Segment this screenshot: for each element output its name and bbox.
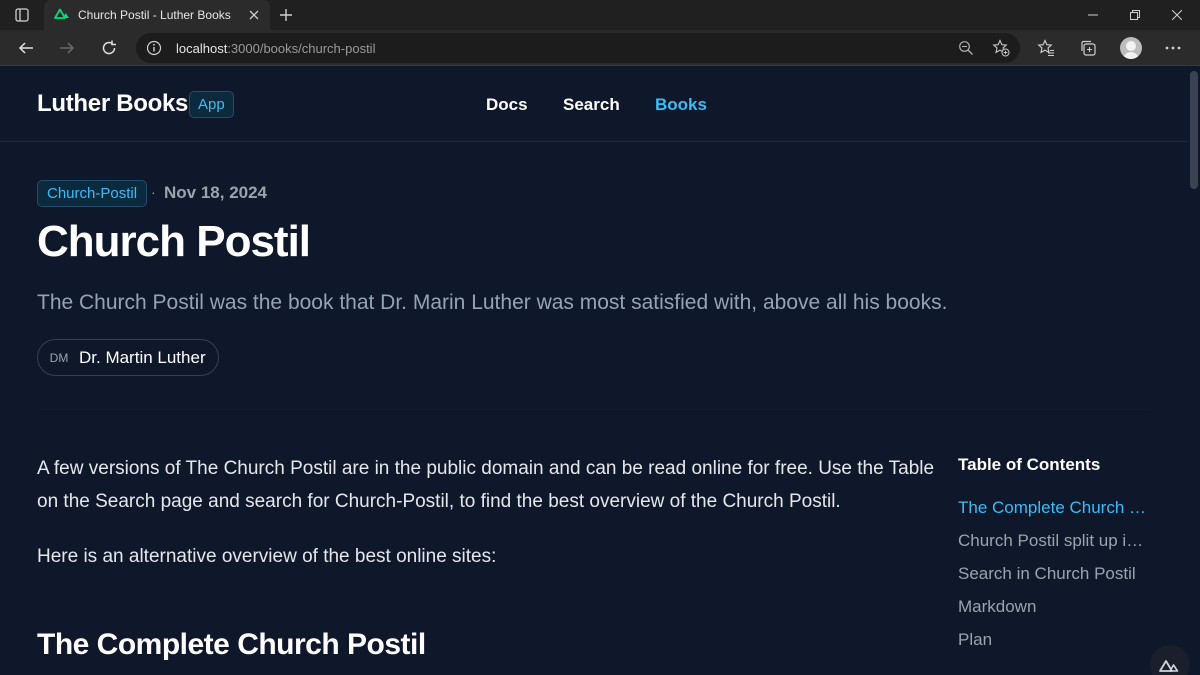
scrollbar-thumb[interactable] (1190, 71, 1198, 189)
add-favorite-icon[interactable] (991, 38, 1011, 58)
tab-title: Church Postil - Luther Books (78, 8, 231, 22)
site-header: Luther Books App Docs Search Books (0, 67, 1188, 142)
toc-item[interactable]: Search in Church Postil (958, 564, 1150, 584)
author-avatar: DM (49, 351, 69, 365)
url-text[interactable]: localhost:3000/books/church-postil (176, 41, 375, 56)
zoom-icon[interactable] (956, 38, 976, 58)
page-content: Luther Books App Docs Search Books Churc… (0, 67, 1200, 675)
forward-icon[interactable] (53, 34, 81, 62)
toc-item[interactable]: Church Postil split up in volumes (958, 531, 1150, 551)
restore-icon[interactable] (1112, 0, 1158, 30)
toc-item[interactable]: The Complete Church Postil (958, 498, 1150, 518)
section-heading: The Complete Church Postil (37, 628, 426, 661)
category-badge[interactable]: Church-Postil (37, 180, 148, 207)
back-icon[interactable] (12, 34, 40, 62)
toc-title: Table of Contents (958, 455, 1101, 474)
toc-item[interactable]: Plan (958, 630, 1150, 650)
minimize-icon[interactable] (1070, 0, 1116, 30)
refresh-icon[interactable] (95, 34, 123, 62)
site-info-icon[interactable] (146, 40, 162, 56)
url-path: :3000/books/church-postil (227, 41, 376, 56)
collections-icon[interactable] (1076, 36, 1100, 60)
separator-dot: · (151, 184, 156, 200)
browser-toolbar: localhost:3000/books/church-postil (0, 30, 1200, 66)
nav-search[interactable]: Search (563, 95, 620, 115)
address-bar[interactable]: localhost:3000/books/church-postil (136, 33, 1020, 63)
more-menu-icon[interactable] (1161, 36, 1185, 60)
page-description: The Church Postil was the book that Dr. … (37, 291, 948, 314)
nuxt-favicon-icon (54, 6, 70, 24)
browser-tab[interactable]: Church Postil - Luther Books (44, 0, 270, 30)
close-tab-icon[interactable] (246, 7, 262, 23)
intro-paragraph: A few versions of The Church Postil are … (37, 458, 935, 512)
nuxt-devtools-icon[interactable] (1150, 645, 1190, 675)
author-name: Dr. Martin Luther (79, 348, 206, 367)
profile-avatar-icon[interactable] (1120, 37, 1142, 59)
nav-docs[interactable]: Docs (486, 95, 528, 115)
url-host: localhost (176, 41, 228, 56)
page-scrollbar[interactable] (1188, 67, 1200, 675)
nav-books[interactable]: Books (655, 95, 707, 115)
new-tab-icon[interactable] (276, 5, 296, 25)
publish-date: Nov 18, 2024 (164, 183, 268, 202)
divider (37, 409, 1150, 410)
favorites-icon[interactable] (1034, 36, 1058, 60)
toc-item[interactable]: Markdown (958, 597, 1150, 617)
tab-actions-icon[interactable] (8, 5, 36, 25)
page-title: Church Postil (37, 217, 311, 266)
browser-titlebar: Church Postil - Luther Books (0, 0, 1200, 30)
site-logo[interactable]: Luther Books (37, 90, 188, 118)
close-window-icon[interactable] (1154, 0, 1200, 30)
overview-paragraph: Here is an alternative overview of the b… (37, 546, 497, 567)
app-badge: App (189, 91, 234, 118)
author-chip[interactable]: DM Dr. Martin Luther (37, 339, 219, 376)
